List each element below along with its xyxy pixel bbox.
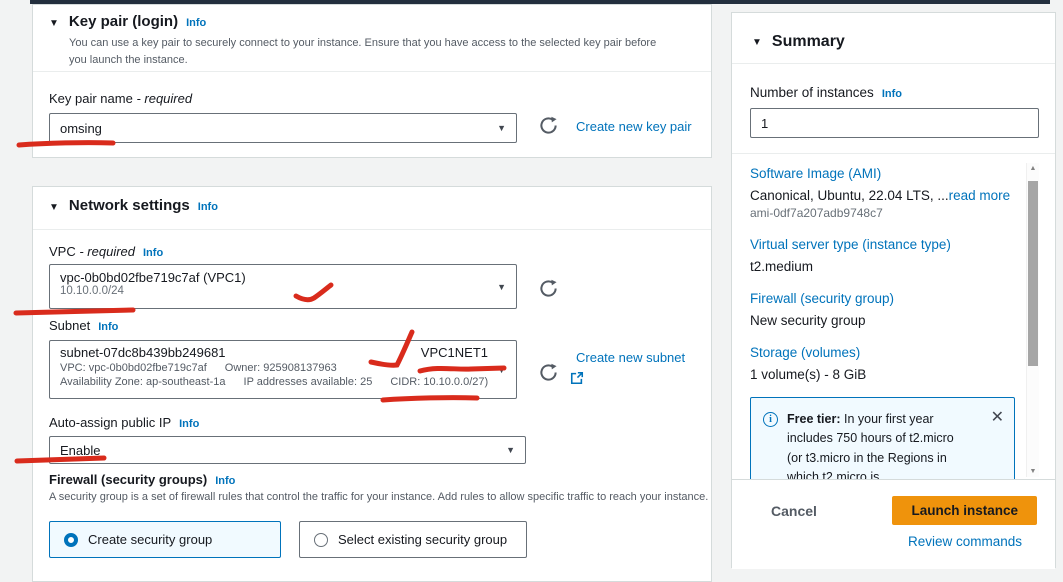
- number-of-instances-input[interactable]: [750, 108, 1039, 138]
- subnet-name: VPC1NET1: [421, 345, 488, 360]
- scrollbar-thumb[interactable]: [1028, 181, 1038, 366]
- auto-assign-ip-label: Auto-assign public IPInfo: [49, 415, 199, 430]
- subnet-select[interactable]: subnet-07dc8b439bb249681 VPC1NET1 VPC: v…: [49, 340, 517, 399]
- select-existing-security-group-label: Select existing security group: [338, 532, 507, 547]
- collapse-triangle-icon[interactable]: ▼: [752, 37, 762, 48]
- key-pair-selected-value: omsing: [60, 121, 102, 136]
- cancel-button[interactable]: Cancel: [771, 503, 817, 519]
- instance-type-value: t2.medium: [750, 259, 1015, 274]
- create-security-group-label: Create security group: [88, 532, 212, 547]
- instance-type-link[interactable]: Virtual server type (instance type): [750, 237, 1015, 252]
- auto-assign-selected-value: Enable: [60, 443, 100, 458]
- collapse-triangle-icon[interactable]: ▼: [49, 202, 59, 213]
- scrollbar-up-icon[interactable]: ▲: [1027, 165, 1039, 172]
- summary-scrollbar[interactable]: ▲ ▼: [1026, 163, 1039, 477]
- key-pair-section: ▼ Key pair (login) Info You can use a key …: [32, 4, 712, 158]
- info-icon: i: [763, 412, 778, 427]
- free-tier-text: Free tier: In your first year includes 7…: [787, 410, 965, 479]
- external-link-icon[interactable]: [570, 371, 584, 390]
- vpc-info-link[interactable]: Info: [143, 247, 163, 259]
- ami-link[interactable]: Software Image (AMI): [750, 166, 1015, 181]
- storage-value: 1 volume(s) - 8 GiB: [750, 367, 1015, 382]
- auto-assign-info-link[interactable]: Info: [179, 418, 199, 430]
- refresh-subnet-icon[interactable]: [539, 363, 559, 383]
- storage-link[interactable]: Storage (volumes): [750, 345, 1015, 360]
- review-commands-link[interactable]: Review commands: [908, 534, 1022, 549]
- summary-panel: ▼ Summary Number of instancesInfo Softwar…: [731, 12, 1056, 568]
- refresh-key-pairs-icon[interactable]: [539, 116, 559, 136]
- network-settings-info-link[interactable]: Info: [198, 201, 218, 213]
- scrollbar-down-icon[interactable]: ▼: [1027, 468, 1039, 475]
- create-new-key-pair-link[interactable]: Create new key pair: [576, 119, 692, 134]
- subnet-label: SubnetInfo: [49, 318, 118, 333]
- ami-id: ami-0df7a207adb9748c7: [750, 206, 1015, 220]
- vpc-cidr: 10.10.0.0/24: [60, 285, 516, 297]
- network-settings-section: ▼ Network settings Info VPC - requiredInfo…: [32, 186, 712, 582]
- read-more-link[interactable]: read more: [949, 188, 1011, 203]
- key-pair-description: You can use a key pair to securely conne…: [69, 35, 661, 69]
- firewall-summary-value: New security group: [750, 313, 1015, 328]
- divider: [33, 229, 711, 230]
- radio-unselected-icon: [314, 533, 328, 547]
- divider: [732, 153, 1055, 154]
- key-pair-select[interactable]: omsing ▼: [49, 113, 517, 143]
- vpc-label: VPC - requiredInfo: [49, 244, 163, 259]
- subnet-info-link[interactable]: Info: [98, 321, 118, 333]
- number-of-instances-label: Number of instancesInfo: [750, 85, 902, 100]
- create-security-group-option[interactable]: Create security group: [49, 521, 281, 558]
- radio-selected-icon: [64, 533, 78, 547]
- free-tier-alert: i Free tier: In your first year includes…: [750, 397, 1015, 479]
- refresh-vpc-icon[interactable]: [539, 279, 559, 299]
- vpc-select[interactable]: vpc-0b0bd02fbe719c7af (VPC1) 10.10.0.0/2…: [49, 264, 517, 309]
- summary-title: Summary: [772, 33, 845, 51]
- firewall-label: Firewall (security groups)Info: [49, 472, 235, 487]
- summary-footer: Cancel Launch instance Review commands: [732, 479, 1055, 569]
- divider: [732, 63, 1055, 64]
- vpc-selected-value: vpc-0b0bd02fbe719c7af (VPC1): [60, 270, 516, 285]
- subnet-meta-row2: Availability Zone: ap-southeast-1aIP add…: [60, 376, 516, 388]
- auto-assign-ip-select[interactable]: Enable ▼: [49, 436, 526, 464]
- instances-info-link[interactable]: Info: [882, 88, 902, 100]
- chevron-down-icon: ▼: [506, 445, 515, 455]
- close-icon[interactable]: ✕: [991, 410, 1004, 479]
- key-pair-info-link[interactable]: Info: [186, 17, 206, 29]
- firewall-summary-link[interactable]: Firewall (security group): [750, 291, 1015, 306]
- chevron-down-icon: ▼: [497, 365, 506, 375]
- network-settings-title: Network settings: [69, 197, 190, 214]
- create-new-subnet-link[interactable]: Create new subnet: [576, 350, 685, 365]
- key-pair-name-label: Key pair name - required: [49, 91, 192, 106]
- firewall-description: A security group is a set of firewall ru…: [49, 489, 709, 506]
- summary-scroll-area: Software Image (AMI) Canonical, Ubuntu, …: [732, 155, 1055, 479]
- divider: [33, 71, 711, 72]
- select-existing-security-group-option[interactable]: Select existing security group: [299, 521, 527, 558]
- chevron-down-icon: ▼: [497, 282, 506, 292]
- firewall-info-link[interactable]: Info: [215, 475, 235, 487]
- ami-value: Canonical, Ubuntu, 22.04 LTS, ...read mo…: [750, 188, 1015, 203]
- key-pair-title: Key pair (login): [69, 13, 178, 30]
- collapse-triangle-icon[interactable]: ▼: [49, 18, 59, 29]
- chevron-down-icon: ▼: [497, 123, 506, 133]
- subnet-meta-row1: VPC: vpc-0b0bd02fbe719c7afOwner: 9259081…: [60, 362, 516, 374]
- subnet-id: subnet-07dc8b439bb249681: [60, 345, 226, 360]
- launch-instance-button[interactable]: Launch instance: [892, 496, 1037, 525]
